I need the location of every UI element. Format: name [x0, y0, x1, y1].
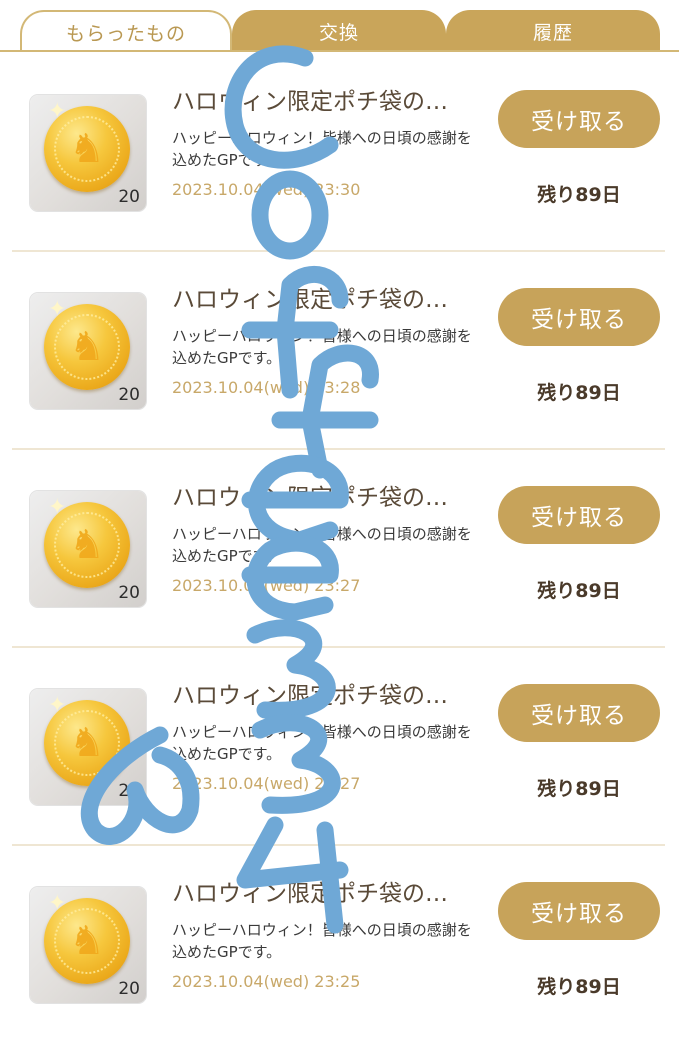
- receive-button[interactable]: 受け取る: [498, 684, 660, 742]
- remaining-days: 残り89日: [537, 184, 621, 206]
- gift-title: ハロウィン限定ポチ袋の…: [172, 89, 448, 115]
- gift-title: ハロウィン限定ポチ袋の…: [172, 287, 448, 313]
- sparkle-icon: ✦: [48, 495, 67, 520]
- receive-button[interactable]: 受け取る: [498, 90, 660, 148]
- gift-quantity: 20: [118, 385, 140, 405]
- gift-list: ♞ ✦ 20 ハロウィン限定ポチ袋の… ハッピーハロウィン！皆様への日頃の感謝を…: [0, 52, 679, 1042]
- gift-item: ♞ ✦ 20 ハロウィン限定ポチ袋の… ハッピーハロウィン！皆様への日頃の感謝を…: [0, 250, 679, 448]
- sparkle-icon: ✦: [48, 693, 67, 718]
- gift-title: ハロウィン限定ポチ袋の…: [172, 485, 448, 511]
- remaining-days: 残り89日: [537, 778, 621, 800]
- gift-description: ハッピーハロウィン！皆様への日頃の感謝を込めたGPです。: [172, 723, 472, 763]
- gift-quantity: 20: [118, 583, 140, 603]
- gift-thumbnail: ♞ ✦ 20: [30, 887, 146, 1003]
- gift-quantity: 20: [118, 781, 140, 801]
- gift-date: 2023.10.04(wed) 23:30: [172, 180, 361, 199]
- gift-date: 2023.10.04(wed) 23:28: [172, 378, 361, 397]
- gift-thumbnail: ♞ ✦ 20: [30, 689, 146, 805]
- gift-quantity: 20: [118, 979, 140, 999]
- tab-exchange[interactable]: 交換: [232, 10, 446, 52]
- gift-item: ♞ ✦ 20 ハロウィン限定ポチ袋の… ハッピーハロウィン！皆様への日頃の感謝を…: [0, 448, 679, 646]
- sparkle-icon: ✦: [48, 99, 67, 124]
- tab-history[interactable]: 履歴: [446, 10, 660, 52]
- sparkle-icon: ✦: [48, 891, 67, 916]
- remaining-days: 残り89日: [537, 976, 621, 998]
- gift-date: 2023.10.04(wed) 23:27: [172, 576, 361, 595]
- tab-bar: もらったもの 交換 履歴: [0, 0, 679, 52]
- gift-item: ♞ ✦ 20 ハロウィン限定ポチ袋の… ハッピーハロウィン！皆様への日頃の感謝を…: [0, 844, 679, 1042]
- tab-received[interactable]: もらったもの: [20, 10, 232, 52]
- gift-quantity: 20: [118, 187, 140, 207]
- receive-button[interactable]: 受け取る: [498, 882, 660, 940]
- remaining-days: 残り89日: [537, 382, 621, 404]
- gift-item: ♞ ✦ 20 ハロウィン限定ポチ袋の… ハッピーハロウィン！皆様への日頃の感謝を…: [0, 52, 679, 250]
- gift-thumbnail: ♞ ✦ 20: [30, 95, 146, 211]
- gift-description: ハッピーハロウィン！皆様への日頃の感謝を込めたGPです。: [172, 129, 472, 169]
- gift-title: ハロウィン限定ポチ袋の…: [172, 683, 448, 709]
- gift-title: ハロウィン限定ポチ袋の…: [172, 881, 448, 907]
- gift-date: 2023.10.04(wed) 23:27: [172, 774, 361, 793]
- gift-date: 2023.10.04(wed) 23:25: [172, 972, 361, 991]
- gift-item: ♞ ✦ 20 ハロウィン限定ポチ袋の… ハッピーハロウィン！皆様への日頃の感謝を…: [0, 646, 679, 844]
- remaining-days: 残り89日: [537, 580, 621, 602]
- receive-button[interactable]: 受け取る: [498, 486, 660, 544]
- sparkle-icon: ✦: [48, 297, 67, 322]
- gift-thumbnail: ♞ ✦ 20: [30, 293, 146, 409]
- gift-thumbnail: ♞ ✦ 20: [30, 491, 146, 607]
- gift-description: ハッピーハロウィン！皆様への日頃の感謝を込めたGPです。: [172, 327, 472, 367]
- receive-button[interactable]: 受け取る: [498, 288, 660, 346]
- gift-description: ハッピーハロウィン！皆様への日頃の感謝を込めたGPです。: [172, 525, 472, 565]
- gift-description: ハッピーハロウィン！皆様への日頃の感謝を込めたGPです。: [172, 921, 472, 961]
